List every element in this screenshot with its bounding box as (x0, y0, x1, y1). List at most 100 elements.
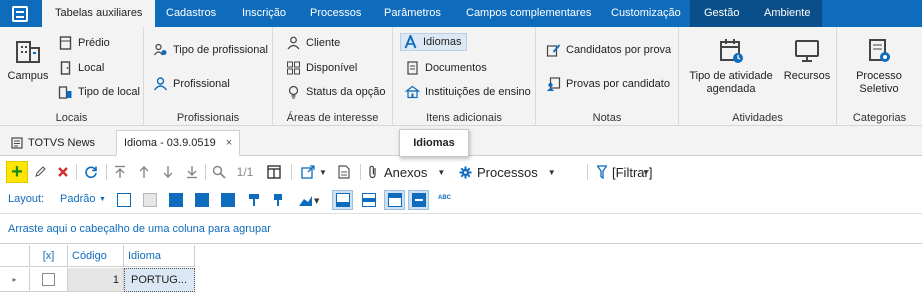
columns-button[interactable] (265, 157, 283, 187)
tab-ambiente[interactable]: Ambiente (750, 0, 822, 27)
idiomas-button[interactable]: Idiomas (400, 33, 467, 51)
next-record-button[interactable] (160, 157, 176, 187)
table-cell-idioma[interactable]: PORTUG... (124, 268, 195, 292)
refresh-button[interactable] (82, 157, 100, 187)
layout-select[interactable]: Padrão (60, 193, 95, 205)
table-cell-codigo[interactable]: 1 (68, 268, 124, 292)
tab-processos[interactable]: Processos (310, 0, 361, 27)
tab-totvs-news[interactable]: TOTVS News (4, 130, 102, 156)
idiomas-label: Idiomas (423, 36, 462, 48)
candidate-exam-icon (547, 77, 561, 91)
add-button[interactable]: + (6, 161, 28, 183)
view-icon-2[interactable] (362, 193, 376, 207)
group-itens-adicionais: Idiomas Documentos Instituições de ensin… (393, 27, 536, 126)
move-up-icon[interactable] (195, 193, 209, 207)
top-tab-bar: Tabelas auxiliares Cadastros Inscrição P… (0, 0, 922, 27)
predio-label: Prédio (78, 37, 110, 49)
documentos-button[interactable]: Documentos (405, 61, 487, 75)
tab-idioma-label: Idioma - 03.9.0519 (124, 137, 216, 149)
add-row-icon[interactable] (117, 193, 131, 207)
disponivel-button[interactable]: Disponível (286, 61, 357, 75)
tab-customizacao[interactable]: Customização (611, 0, 681, 27)
refresh-icon (85, 166, 97, 179)
tab-campos-complementares[interactable]: Campos complementares (466, 0, 591, 27)
delete-button[interactable] (54, 157, 72, 187)
tipo-atividade-button[interactable]: Tipo de atividade agendada (683, 37, 779, 96)
tipo-local-button[interactable]: Tipo de local (58, 85, 140, 99)
processo-seletivo-button[interactable]: Processo Seletivo (843, 37, 915, 96)
layout-label: Layout: (8, 193, 45, 205)
tab-tabelas-auxiliares[interactable]: Tabelas auxiliares (42, 0, 156, 27)
profissional-button[interactable]: Profissional (153, 77, 230, 91)
row-checkbox[interactable] (42, 273, 55, 286)
status-opcao-button[interactable]: Status da opção (286, 85, 386, 99)
tab-cadastros[interactable]: Cadastros (166, 0, 216, 27)
lightbulb-icon (288, 85, 299, 99)
campus-label: Campus (7, 70, 49, 82)
tipo-atividade-label-2: agendada (706, 83, 756, 95)
brush-icon[interactable] (247, 193, 261, 207)
group-areas-interesse: Cliente Disponível Status da opção Áreas… (273, 27, 393, 126)
tab-inscricao[interactable]: Inscrição (242, 0, 286, 27)
app-menu-button[interactable] (0, 0, 40, 27)
group-profissionais: Tipo de profissional Profissional Profis… (144, 27, 273, 126)
grid-header-codigo[interactable]: Código (68, 245, 124, 267)
search-button[interactable] (210, 157, 228, 187)
local-label: Local (78, 62, 105, 74)
menu-icon (12, 5, 28, 22)
documentos-label: Documentos (425, 62, 487, 74)
previous-record-button[interactable] (136, 157, 152, 187)
page-indicator: 1/1 (236, 165, 254, 179)
processos-dropdown[interactable]: Processos ▼ (459, 157, 567, 187)
export-icon (301, 165, 315, 179)
tipo-profissional-button[interactable]: Tipo de profissional (153, 43, 268, 57)
svg-text:▼: ▼ (314, 197, 320, 205)
last-icon (187, 166, 197, 179)
remove-row-icon[interactable] (143, 193, 157, 207)
recursos-button[interactable]: Recursos (781, 37, 833, 83)
pin-icon[interactable] (271, 193, 285, 207)
spellcheck-button[interactable]: ABC (438, 195, 451, 201)
monitor-icon (795, 40, 819, 62)
arrow-up-icon (139, 166, 149, 178)
tab-idioma[interactable]: Idioma - 03.9.0519 × (116, 130, 241, 156)
exam-icon (546, 44, 561, 57)
tab-parametros[interactable]: Parâmetros (384, 0, 441, 27)
filter-chevron[interactable]: ▼ (640, 157, 652, 187)
user-type-icon (154, 43, 167, 56)
cliente-button[interactable]: Cliente (286, 36, 340, 50)
campus-button[interactable]: Campus (8, 37, 48, 83)
table-row-checkbox-cell[interactable] (30, 268, 68, 292)
plus-icon: + (11, 161, 23, 183)
grid-header-select[interactable]: [x] (30, 245, 68, 267)
predio-button[interactable]: Prédio (58, 36, 110, 50)
provas-candidato-button[interactable]: Provas por candidato (546, 77, 670, 91)
letter-a-icon (404, 35, 417, 49)
instituicoes-button[interactable]: Instituições de ensino (405, 85, 531, 99)
institution-icon (405, 85, 420, 99)
candidatos-prova-button[interactable]: Candidatos por prova (546, 43, 671, 57)
layout-toolbar: Layout: Padrão ▼ ▼ ABC (0, 187, 922, 213)
close-icon[interactable]: × (226, 137, 232, 149)
move-down-icon[interactable] (221, 193, 235, 207)
local-button[interactable]: Local (58, 61, 104, 75)
first-record-button[interactable] (112, 157, 128, 187)
chevron-down-icon: ▼ (547, 167, 556, 177)
anexos-dropdown[interactable]: Anexos ▼ (368, 157, 452, 187)
anexos-label: Anexos (384, 164, 428, 180)
tab-gestao[interactable]: Gestão (690, 0, 750, 27)
chart-dropdown-icon[interactable]: ▼ (298, 193, 320, 207)
tipo-local-label: Tipo de local (78, 86, 140, 98)
view-icon-3 (388, 193, 402, 207)
report-button[interactable] (336, 157, 352, 187)
recursos-label: Recursos (783, 70, 831, 82)
last-record-button[interactable] (184, 157, 200, 187)
disponivel-label: Disponível (306, 62, 358, 74)
export-dropdown[interactable]: ▼ (298, 157, 330, 187)
group-by-panel[interactable]: Arraste aqui o cabeçalho de uma coluna p… (0, 213, 922, 244)
group-caption-profissionais: Profissionais (176, 112, 240, 124)
save-layout-icon[interactable] (169, 193, 183, 207)
edit-button[interactable] (31, 157, 49, 187)
grid-header-idioma[interactable]: Idioma (124, 245, 195, 267)
tipo-atividade-label-1: Tipo de atividade (689, 70, 773, 82)
